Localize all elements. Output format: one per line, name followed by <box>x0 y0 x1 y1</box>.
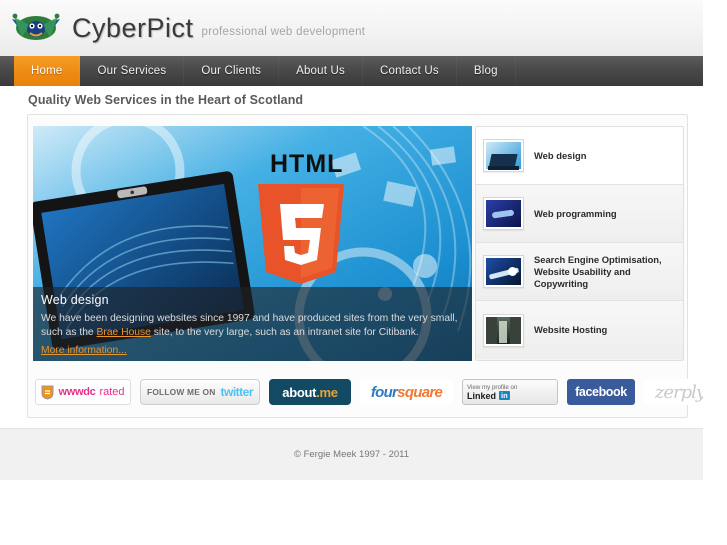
aboutme-badge-left: about <box>282 384 317 400</box>
service-item-web-programming[interactable]: Web programming <box>476 185 683 243</box>
server-room-thumb-icon <box>483 313 524 347</box>
nav-item-about-us[interactable]: About Us <box>279 56 363 86</box>
hero-caption-title: Web design <box>41 293 109 307</box>
foursquare-badge[interactable]: four square <box>360 379 453 405</box>
shield-icon <box>41 385 54 400</box>
hero-caption-line1: We have been designing websites since 19… <box>41 313 458 324</box>
page-title: Quality Web Services in the Heart of Sco… <box>28 93 304 107</box>
more-information-link[interactable]: More information... <box>41 345 127 356</box>
svg-text:HTML: HTML <box>270 150 343 178</box>
hero-caption-line2-after: site, to the very large, such as an intr… <box>150 327 419 338</box>
service-label: Search Engine Optimisation, Website Usab… <box>534 253 662 289</box>
cyberpict-mascot-icon[interactable] <box>8 9 64 47</box>
linkedin-badge-prefix: View my profile on <box>467 383 518 391</box>
hero-banner[interactable]: HTML Web design We have been designing w… <box>33 126 472 361</box>
twitter-badge-prefix: FOLLOW ME ON <box>147 387 216 397</box>
page-right-margin <box>703 0 727 545</box>
laptop-thumb-icon <box>483 139 524 172</box>
aboutme-badge[interactable]: about .me <box>269 379 351 405</box>
service-label: Web design <box>534 149 587 161</box>
site-header: CyberPict professional web development <box>0 0 703 56</box>
service-item-web-design[interactable]: Web design <box>476 127 683 185</box>
hero-caption-body: We have been designing websites since 19… <box>41 312 464 340</box>
code-thumb-icon <box>483 197 524 230</box>
foursquare-badge-right: square <box>397 383 443 401</box>
service-label: Web programming <box>534 207 617 219</box>
linkedin-badge-right: in <box>499 391 510 400</box>
hero-caption: Web design We have been designing websit… <box>33 287 472 361</box>
brae-house-link[interactable]: Brae House <box>97 327 151 338</box>
service-item-seo[interactable]: Search Engine Optimisation, Website Usab… <box>476 243 683 301</box>
main-navigation: Home Our Services Our Clients About Us C… <box>0 56 703 86</box>
wwwdc-badge-left: wwwdc <box>58 386 96 398</box>
nav-item-blog[interactable]: Blog <box>457 56 516 86</box>
brand-title: CyberPict <box>72 12 194 43</box>
linkedin-badge[interactable]: View my profile on Linked in <box>462 379 558 405</box>
facebook-badge-label: facebook <box>575 385 627 399</box>
twitter-badge-label: twitter <box>220 385 253 399</box>
linkedin-badge-left: Linked <box>467 390 497 401</box>
zerply-badge-label: zerply <box>654 381 706 403</box>
nav-item-home[interactable]: Home <box>14 56 81 86</box>
nav-item-our-services[interactable]: Our Services <box>80 56 185 86</box>
wwwdc-rated-badge[interactable]: wwwdc rated <box>35 379 131 405</box>
site-footer: © Fergie Meek 1997 - 2011 <box>0 428 703 480</box>
nav-item-our-clients[interactable]: Our Clients <box>184 56 280 86</box>
twitter-badge[interactable]: FOLLOW ME ON twitter <box>140 379 260 405</box>
aboutme-badge-right: .me <box>316 384 338 400</box>
nav-item-contact-us[interactable]: Contact Us <box>363 56 457 86</box>
hero-caption-line2-before: such as the <box>41 327 97 338</box>
seo-thumb-icon <box>483 255 524 288</box>
wwwdc-badge-right: rated <box>99 386 125 398</box>
facebook-badge[interactable]: facebook <box>567 379 635 405</box>
service-label: Website Hosting <box>534 324 608 335</box>
content-card: HTML Web design We have been designing w… <box>27 114 716 418</box>
social-badges-row: wwwdc rated FOLLOW ME ON twitter about .… <box>33 376 716 408</box>
brand-tagline: professional web development <box>201 26 366 38</box>
services-list: Web design Web programming Search Engine… <box>475 126 684 361</box>
html5-logo-icon: HTML <box>258 150 344 284</box>
service-item-website-hosting[interactable]: Website Hosting <box>476 301 683 359</box>
page-root: CyberPict professional web development H… <box>0 0 727 545</box>
linkedin-badge-wordmark: Linked in <box>467 391 510 401</box>
foursquare-badge-left: four <box>370 383 398 401</box>
copyright-text: © Fergie Meek 1997 - 2011 <box>293 449 410 460</box>
